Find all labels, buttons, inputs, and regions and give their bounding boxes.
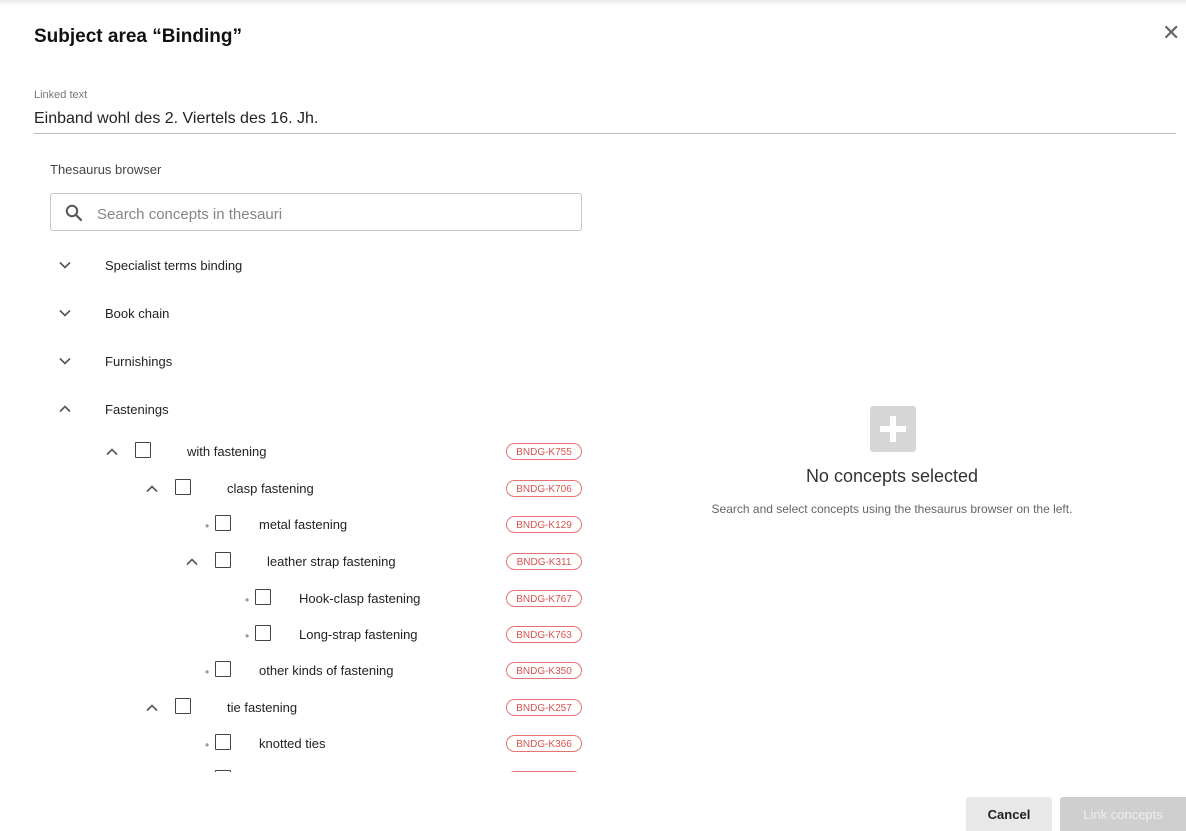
tree-node-label: Fastenings bbox=[105, 402, 169, 417]
bullet-icon: • bbox=[205, 738, 210, 752]
chevron-up-icon[interactable] bbox=[105, 445, 119, 464]
chevron-up-icon[interactable] bbox=[145, 482, 159, 501]
concept-code-badge: BNDG-K755 bbox=[506, 443, 582, 460]
chevron-up-icon[interactable] bbox=[58, 402, 72, 421]
tree-row[interactable]: • bbox=[0, 768, 640, 772]
concept-checkbox[interactable] bbox=[215, 552, 231, 568]
bullet-icon: • bbox=[245, 629, 250, 643]
tree-node-label: Specialist terms binding bbox=[105, 258, 243, 273]
concept-code-badge: BNDG-K767 bbox=[506, 590, 582, 607]
tree-row[interactable]: with fastening BNDG-K755 bbox=[0, 440, 640, 464]
concept-code-badge: BNDG-K129 bbox=[506, 516, 582, 533]
bullet-icon: • bbox=[205, 665, 210, 679]
tree-node-label: Furnishings bbox=[105, 354, 173, 369]
concept-checkbox[interactable] bbox=[215, 661, 231, 677]
link-concepts-button[interactable]: Link concepts bbox=[1060, 797, 1186, 831]
concept-checkbox[interactable] bbox=[175, 698, 191, 714]
concept-label: Hook-clasp fastening bbox=[299, 591, 421, 606]
concept-label: tie fastening bbox=[227, 700, 298, 715]
concept-label: metal fastening bbox=[259, 517, 348, 532]
subject-area-dialog: Subject area “Binding” ✕ Linked text Ein… bbox=[0, 0, 1186, 831]
empty-state-title: No concepts selected bbox=[805, 466, 979, 486]
concept-label: clasp fastening bbox=[227, 481, 314, 496]
concept-checkbox[interactable] bbox=[215, 734, 231, 750]
tree-node-label: Book chain bbox=[105, 306, 170, 321]
concept-label: other kinds of fastening bbox=[259, 663, 394, 678]
search-input[interactable] bbox=[95, 202, 569, 226]
tree-row[interactable]: • metal fastening BNDG-K129 bbox=[0, 513, 640, 537]
linked-text-field[interactable]: Einband wohl des 2. Viertels des 16. Jh. bbox=[34, 110, 318, 128]
chevron-down-icon[interactable] bbox=[58, 354, 72, 373]
concept-checkbox[interactable] bbox=[215, 515, 231, 531]
tree-row[interactable]: • knotted ties BNDG-K366 bbox=[0, 732, 640, 756]
tree-row[interactable]: clasp fastening BNDG-K706 bbox=[0, 477, 640, 501]
concept-code-badge: BNDG-K763 bbox=[506, 626, 582, 643]
concept-code-badge: BNDG-K350 bbox=[506, 662, 582, 679]
concept-code-badge bbox=[506, 771, 582, 772]
concept-code-badge: BNDG-K366 bbox=[506, 735, 582, 752]
linked-text-underline bbox=[34, 133, 1176, 134]
bullet-icon: • bbox=[205, 519, 210, 533]
concept-code-badge: BNDG-K706 bbox=[506, 480, 582, 497]
search-icon bbox=[65, 204, 83, 222]
dialog-top-shadow bbox=[0, 0, 1186, 6]
thesaurus-browser-title: Thesaurus browser bbox=[50, 162, 162, 177]
tree-row[interactable]: • Long-strap fastening BNDG-K763 bbox=[0, 623, 640, 647]
chevron-down-icon[interactable] bbox=[58, 306, 72, 325]
chevron-down-icon[interactable] bbox=[58, 258, 72, 277]
concept-checkbox[interactable] bbox=[215, 770, 231, 772]
concept-label: Long-strap fastening bbox=[299, 627, 418, 642]
concept-checkbox[interactable] bbox=[135, 442, 151, 458]
empty-state-text: Search and select concepts using the the… bbox=[711, 502, 1073, 516]
tree-row[interactable]: • Hook-clasp fastening BNDG-K767 bbox=[0, 587, 640, 611]
close-icon[interactable]: ✕ bbox=[1162, 22, 1180, 44]
concept-label: with fastening bbox=[187, 444, 267, 459]
chevron-up-icon[interactable] bbox=[145, 701, 159, 720]
concept-label: knotted ties bbox=[259, 736, 326, 751]
dialog-title: Subject area “Binding” bbox=[34, 26, 242, 47]
bullet-icon: • bbox=[245, 593, 250, 607]
chevron-up-icon[interactable] bbox=[185, 555, 199, 574]
concept-checkbox[interactable] bbox=[255, 589, 271, 605]
linked-text-label: Linked text bbox=[34, 89, 88, 101]
tree-row[interactable]: • other kinds of fastening BNDG-K350 bbox=[0, 659, 640, 683]
concept-tree: with fastening BNDG-K755 clasp fastening BN… bbox=[0, 430, 640, 772]
concept-code-badge: BNDG-K257 bbox=[506, 699, 582, 716]
tree-row[interactable]: tie fastening BNDG-K257 bbox=[0, 696, 640, 720]
plus-icon bbox=[870, 406, 916, 452]
tree-row[interactable]: leather strap fastening BNDG-K311 bbox=[0, 550, 640, 574]
concept-checkbox[interactable] bbox=[255, 625, 271, 641]
concept-code-badge: BNDG-K311 bbox=[506, 553, 582, 570]
concept-label: leather strap fastening bbox=[267, 554, 396, 569]
concept-checkbox[interactable] bbox=[175, 479, 191, 495]
cancel-button[interactable]: Cancel bbox=[966, 797, 1052, 831]
search-box[interactable] bbox=[50, 193, 582, 231]
